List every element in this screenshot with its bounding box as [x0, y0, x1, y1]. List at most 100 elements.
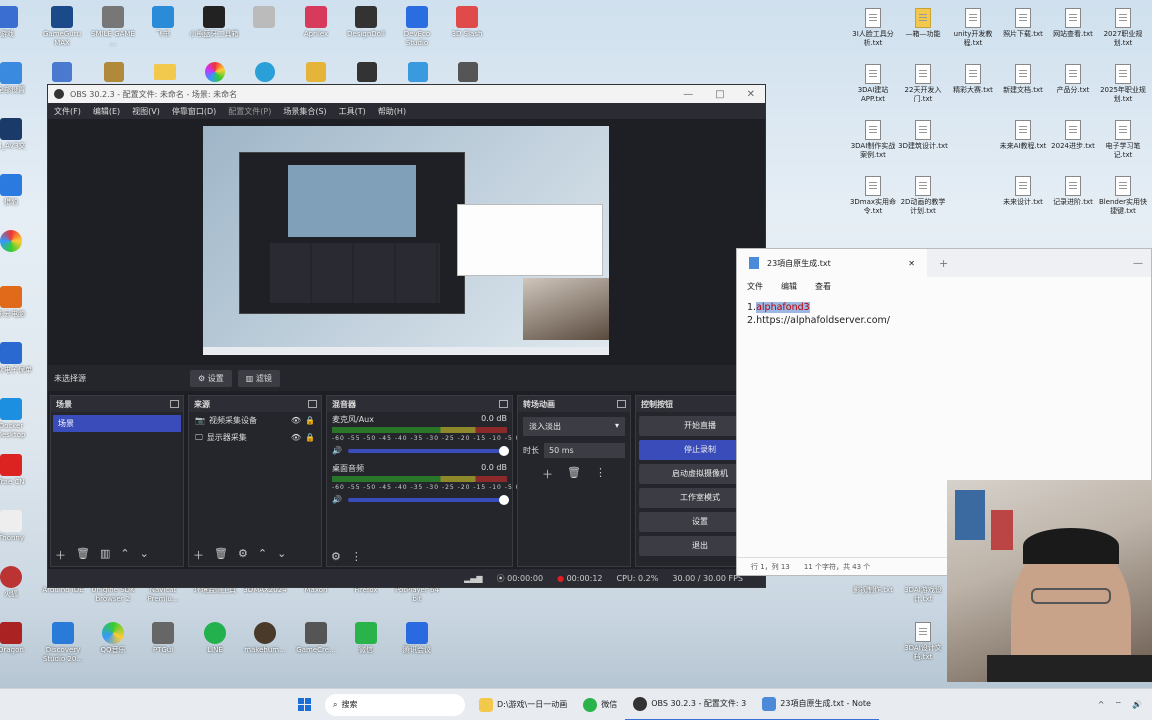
app-icon[interactable]: [205, 62, 225, 82]
add-icon[interactable]: ＋: [542, 466, 553, 482]
taskbar-explorer[interactable]: D:\游戏\一日一动画: [471, 689, 575, 720]
undock-icon[interactable]: [499, 400, 508, 408]
desktop-icon[interactable]: PotPlayer 64 bit: [392, 586, 442, 604]
speaker-icon[interactable]: 🔊: [332, 446, 342, 455]
notepad-editor[interactable]: 1.alphafond3 2.https://alphafoldserver.c…: [737, 295, 1151, 333]
close-icon[interactable]: ✕: [747, 89, 755, 100]
text-file-icon[interactable]: 3DAI制作实战案例.txt: [848, 120, 898, 160]
desktop-icon[interactable]: 游戏: [0, 6, 32, 39]
app-icon[interactable]: [52, 62, 72, 82]
text-file-icon[interactable]: 22天开发入门.txt: [898, 64, 948, 104]
transition-select[interactable]: 淡入淡出 ▾: [523, 417, 625, 436]
desktop-icon[interactable]: 猎豹: [0, 174, 36, 207]
move-down-icon[interactable]: ⌄: [277, 547, 286, 563]
text-file-icon[interactable]: 照片下载.txt: [998, 8, 1048, 39]
desktop-icon[interactable]: Unigine SDK browser 2: [88, 586, 138, 604]
desktop-icon[interactable]: 飞书: [138, 6, 188, 39]
eye-icon[interactable]: 👁: [291, 433, 301, 442]
desktop-icon[interactable]: [0, 230, 36, 254]
new-tab-icon[interactable]: +: [927, 257, 960, 270]
text-file-icon[interactable]: 2027职业规划.txt: [1098, 8, 1148, 48]
filters-button[interactable]: ▥ 滤镜: [237, 369, 280, 387]
desktop-icon[interactable]: Aprilex: [291, 6, 341, 39]
desktop-icon[interactable]: [239, 6, 289, 30]
minimize-icon[interactable]: —: [683, 89, 693, 100]
desktop-icon[interactable]: 小熊蓝牙工具箱: [189, 6, 239, 39]
chevron-up-icon[interactable]: ^: [1098, 700, 1105, 710]
desktop-icon[interactable]: Trae CN: [0, 454, 36, 487]
move-down-icon[interactable]: ⌄: [140, 547, 149, 563]
text-file-icon[interactable]: —箱—功能: [898, 8, 948, 39]
start-button[interactable]: [290, 689, 319, 720]
text-file-icon[interactable]: 电子学习笔记.txt: [1098, 120, 1148, 160]
eye-icon[interactable]: 👁: [291, 416, 301, 425]
undock-icon[interactable]: [308, 400, 317, 408]
text-file-icon[interactable]: 未来设计.txt: [998, 176, 1048, 207]
more-icon[interactable]: ⋮: [351, 550, 362, 563]
desktop-icon[interactable]: Discovery Studio 20...: [38, 622, 88, 664]
text-file-icon[interactable]: 3DAI游戏设计.txt: [898, 586, 948, 604]
desktop-icon[interactable]: 影云电脑: [0, 286, 36, 319]
more-icon[interactable]: ⋮: [595, 466, 606, 482]
text-file-icon[interactable]: 产品分.txt: [1048, 64, 1098, 95]
source-item[interactable]: 📷 视频采集设备 👁 🔒: [189, 412, 321, 429]
duration-input[interactable]: 50 ms: [544, 443, 625, 458]
desktop-icon[interactable]: Dragon: [0, 622, 36, 655]
obs-preview[interactable]: [203, 126, 609, 355]
app-icon[interactable]: [306, 62, 326, 82]
maximize-icon[interactable]: □: [715, 89, 724, 100]
taskbar-wechat[interactable]: 微信: [575, 689, 625, 720]
menu-help[interactable]: 帮助(H): [378, 106, 406, 117]
text-file-icon[interactable]: 新建文档.txt: [998, 64, 1048, 95]
menu-file[interactable]: 文件: [747, 281, 763, 292]
speaker-icon[interactable]: 🔊: [1132, 700, 1142, 710]
desktop-icon[interactable]: 火狐: [0, 566, 36, 599]
text-file-icon[interactable]: Blender实用快捷键.txt: [1098, 176, 1148, 216]
desktop-icon[interactable]: Navicat Premiu...: [138, 586, 188, 604]
menu-file[interactable]: 文件(F): [54, 106, 81, 117]
app-icon[interactable]: [458, 62, 478, 82]
desktop-icon[interactable]: 3D Slash: [442, 6, 492, 39]
search-box[interactable]: ⌕ 搜索: [325, 693, 465, 716]
desktop-icon[interactable]: GameCre...: [291, 622, 341, 655]
network-icon[interactable]: ⌔: [1115, 700, 1123, 710]
move-up-icon[interactable]: ⌃: [120, 547, 129, 563]
desktop-icon[interactable]: Docker Desktop: [0, 398, 36, 440]
move-up-icon[interactable]: ⌃: [258, 547, 267, 563]
app-icon[interactable]: [357, 62, 377, 82]
desktop-icon[interactable]: LINE: [190, 622, 240, 655]
text-file-icon[interactable]: 3D建筑设计.txt: [898, 120, 948, 151]
desktop-icon[interactable]: DesignDoll: [341, 6, 391, 39]
minimize-icon[interactable]: —: [1133, 258, 1151, 269]
gear-icon[interactable]: ⚙: [238, 547, 248, 563]
speaker-icon[interactable]: 🔊: [332, 495, 342, 504]
text-file-icon[interactable]: 3Dmax实用命令.txt: [848, 176, 898, 216]
desktop-icon[interactable]: QQ音乐: [88, 622, 138, 655]
lock-icon[interactable]: 🔒: [305, 416, 315, 425]
folder-icon[interactable]: [154, 64, 176, 80]
add-icon[interactable]: ＋: [55, 547, 66, 563]
text-file-icon[interactable]: 精彩大赛.txt: [948, 64, 998, 95]
menu-edit[interactable]: 编辑(E): [93, 106, 120, 117]
text-file-icon[interactable]: 网站查看.txt: [1048, 8, 1098, 39]
desktop-icon[interactable]: SMILE GAME ...: [88, 6, 138, 48]
volume-slider[interactable]: [347, 494, 510, 505]
trash-icon[interactable]: 🗑: [567, 466, 581, 482]
text-file-icon[interactable]: 2D动画的教学计划.txt: [898, 176, 948, 216]
menu-tools[interactable]: 工具(T): [339, 106, 366, 117]
app-icon[interactable]: [255, 62, 275, 82]
desktop-icon[interactable]: Thonny: [0, 510, 36, 543]
text-file-icon[interactable]: 未来AI教程.txt: [998, 120, 1048, 151]
volume-slider[interactable]: [347, 445, 510, 456]
undock-icon[interactable]: [170, 400, 179, 408]
desktop-icon[interactable]: 大众电子保单: [0, 342, 36, 375]
notepad-tab[interactable]: 23項自原生成.txt ✕: [737, 249, 927, 277]
gear-icon[interactable]: ⚙: [331, 550, 341, 563]
text-file-icon[interactable]: 记录进阶.txt: [1048, 176, 1098, 207]
menu-profile[interactable]: 配置文件(P): [228, 106, 271, 117]
trash-icon[interactable]: 🗑: [76, 547, 90, 563]
desktop-icon[interactable]: 全部设置: [0, 62, 36, 95]
menu-scene-collection[interactable]: 场景集合(S): [283, 106, 326, 117]
menu-edit[interactable]: 编辑: [781, 281, 797, 292]
desktop-icon[interactable]: 腾讯会议: [392, 622, 442, 655]
